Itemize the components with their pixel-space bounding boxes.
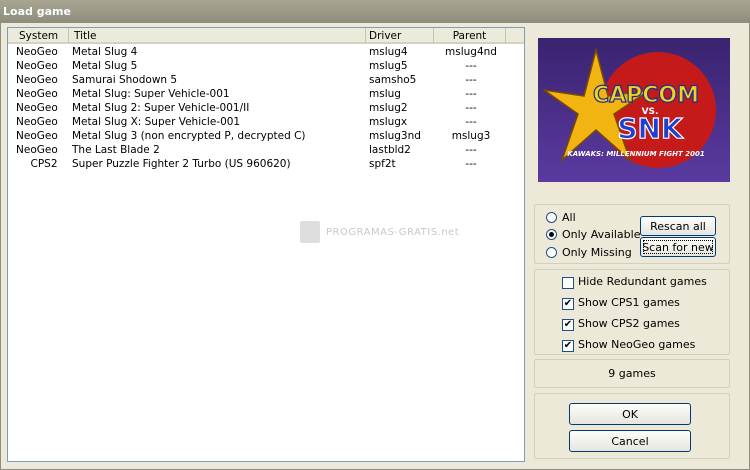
column-header-system[interactable]: System [8,28,69,44]
table-row[interactable]: NeoGeo Metal Slug X: Super Vehicle-001 msl… [8,116,524,130]
cancel-button[interactable]: Cancel [569,430,691,452]
system-cell: NeoGeo [16,102,58,114]
option-checkbox[interactable]: ✔ [562,298,574,310]
parent-cell: --- [465,158,477,170]
title-cell: Super Puzzle Fighter 2 Turbo (US 960620) [72,158,291,170]
driver-cell: mslug2 [369,102,408,114]
watermark: PROGRAMAS-GRATIS.net [300,221,459,243]
parent-cell: --- [465,116,477,128]
column-header-parent[interactable]: Parent [434,28,506,44]
window-title: Load game [3,5,71,18]
logo-capcom: CAPCOM [593,83,699,108]
system-cell: NeoGeo [16,46,58,58]
table-row[interactable]: NeoGeo Metal Slug 5 mslug5 --- [8,60,524,74]
option-label[interactable]: Show CPS2 games [578,317,680,330]
title-cell: Samurai Shodown 5 [72,74,178,86]
parent-cell: mslug4nd [445,46,497,58]
game-list[interactable]: System Title Driver Parent NeoGeo Metal S… [7,27,525,462]
title-cell: Metal Slug 2: Super Vehicle-001/II [72,102,250,114]
parent-cell: mslug3 [451,130,491,142]
table-row[interactable]: NeoGeo Metal Slug 3 (non encrypted P, dec… [8,130,524,144]
parent-cell: --- [465,144,477,156]
option-label[interactable]: Hide Redundant games [578,275,707,288]
radio-all-label[interactable]: All [562,211,576,224]
game-logo: CAPCOM VS. SNK KAWAKS: MILLENNIUM FIGHT … [538,38,730,182]
table-row[interactable]: NeoGeo The Last Blade 2 lastbld2 --- [8,144,524,158]
title-bar: Load game [0,0,750,22]
driver-cell: mslug3nd [369,130,421,142]
system-cell: NeoGeo [16,74,58,86]
column-header-driver[interactable]: Driver [366,28,434,44]
games-count: 9 games [608,367,656,380]
option-checkbox[interactable]: ✔ [562,319,574,331]
driver-cell: mslug5 [369,60,408,72]
parent-cell: --- [465,74,477,86]
title-cell: The Last Blade 2 [72,144,160,156]
driver-cell: mslugx [369,116,408,128]
option-checkbox[interactable] [562,277,574,289]
driver-cell: mslug [369,88,401,100]
column-header-title[interactable]: Title [69,28,366,44]
driver-cell: lastbld2 [369,144,411,156]
title-cell: Metal Slug X: Super Vehicle-001 [72,116,241,128]
list-header: System Title Driver Parent [8,28,524,45]
radio-only-available[interactable] [546,229,557,240]
title-cell: Metal Slug 3 (non encrypted P, decrypted… [72,130,306,142]
system-cell: NeoGeo [16,60,58,72]
parent-cell: --- [465,102,477,114]
table-row[interactable]: NeoGeo Metal Slug: Super Vehicle-001 mslug… [8,88,524,102]
driver-cell: mslug4 [369,46,408,58]
table-row[interactable]: NeoGeo Samurai Shodown 5 samsho5 --- [8,74,524,88]
option-label[interactable]: Show NeoGeo games [578,338,695,351]
watermark-icon [300,221,320,243]
radio-only-missing[interactable] [546,247,557,258]
system-cell: NeoGeo [16,144,58,156]
logo-snk: SNK [617,112,684,145]
title-cell: Metal Slug 4 [72,46,138,58]
table-row[interactable]: CPS2 Super Puzzle Fighter 2 Turbo (US 960… [8,158,524,172]
system-cell: NeoGeo [16,130,58,142]
watermark-text: PROGRAMAS-GRATIS.net [326,227,460,238]
column-header-filler [506,28,524,44]
driver-cell: spf2t [369,158,396,170]
title-cell: Metal Slug 5 [72,60,138,72]
radio-all[interactable] [546,212,557,223]
parent-cell: --- [465,88,477,100]
logo-subtitle: KAWAKS: MILLENNIUM FIGHT 2001 [567,150,705,158]
parent-cell: --- [465,60,477,72]
table-row[interactable]: NeoGeo Metal Slug 2: Super Vehicle-001/II… [8,102,524,116]
system-cell: CPS2 [30,158,58,170]
option-label[interactable]: Show CPS1 games [578,296,680,309]
title-cell: Metal Slug: Super Vehicle-001 [72,88,230,100]
table-row[interactable]: NeoGeo Metal Slug 4 mslug4 mslug4nd [8,46,524,60]
system-cell: NeoGeo [16,88,58,100]
radio-only-available-label[interactable]: Only Available [562,228,640,241]
radio-only-missing-label[interactable]: Only Missing [562,246,632,259]
option-checkbox[interactable]: ✔ [562,340,574,352]
rescan-all-button[interactable]: Rescan all [640,216,716,236]
scan-for-new-button[interactable]: Scan for new [640,237,716,257]
ok-button[interactable]: OK [569,403,691,425]
logo-art: CAPCOM VS. SNK KAWAKS: MILLENNIUM FIGHT … [538,38,730,182]
driver-cell: samsho5 [369,74,417,86]
system-cell: NeoGeo [16,116,58,128]
